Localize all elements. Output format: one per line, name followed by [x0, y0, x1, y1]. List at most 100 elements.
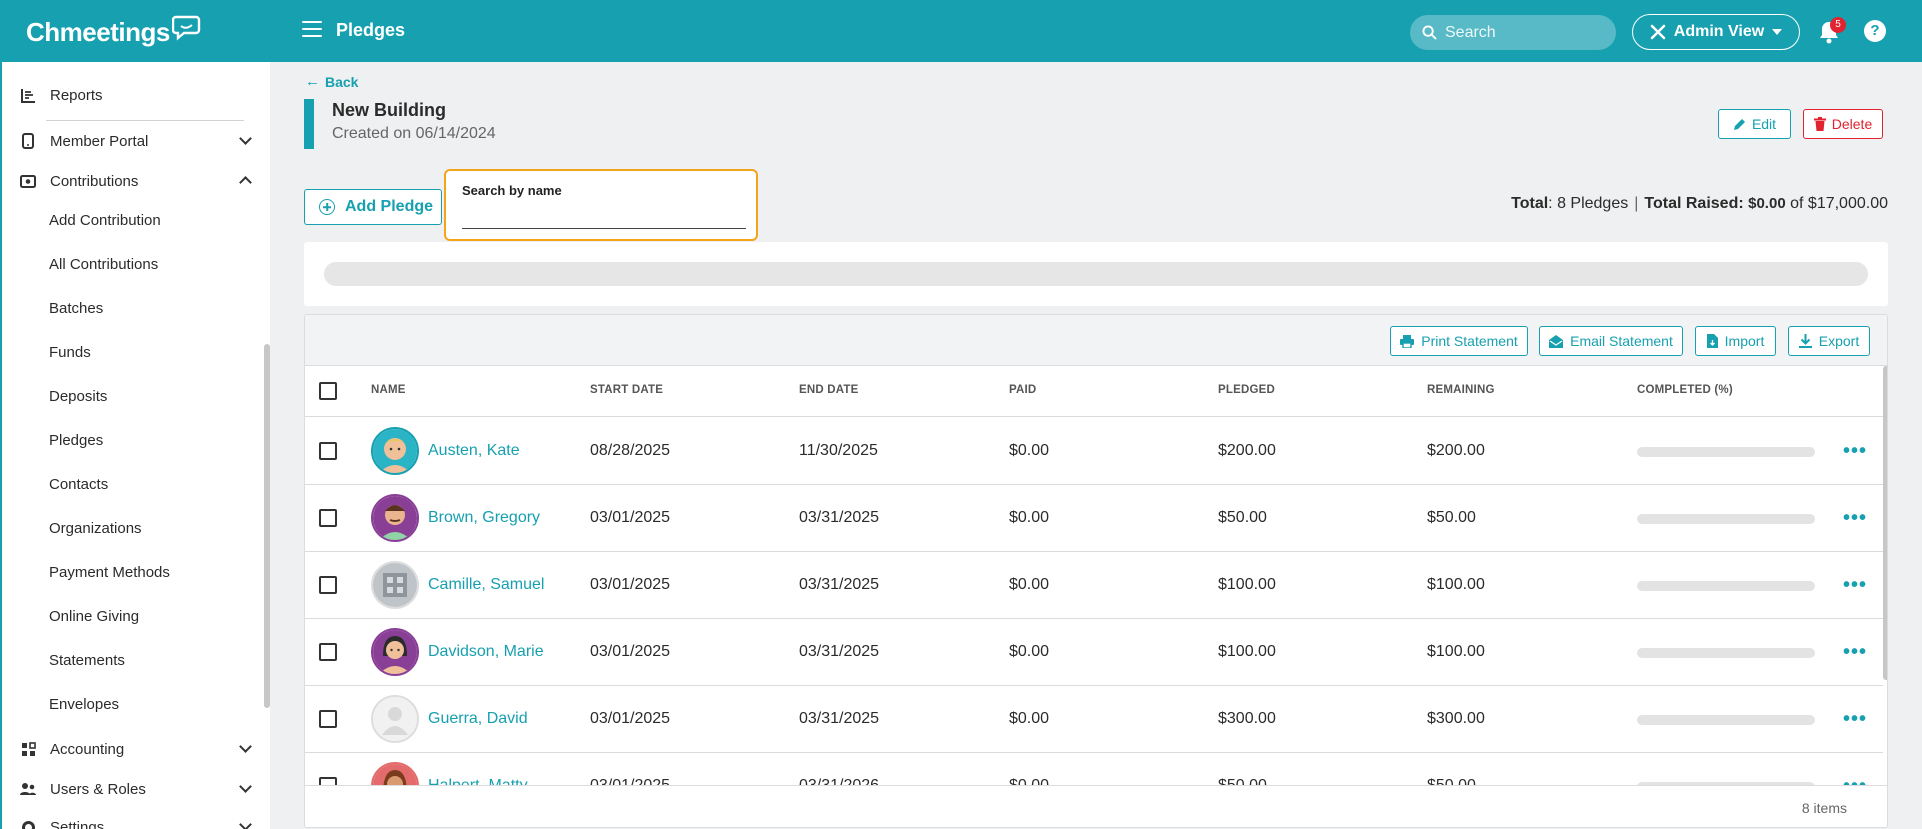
menu-toggle-icon[interactable] [302, 21, 322, 39]
total-value: 8 Pledges [1557, 195, 1629, 212]
grid-icon [20, 741, 36, 757]
more-options-icon[interactable]: ••• [1843, 507, 1867, 530]
sidebar-sub-add-contribution[interactable]: Add Contribution [49, 212, 161, 229]
column-header-remaining[interactable]: REMAINING [1427, 384, 1495, 396]
more-options-icon[interactable]: ••• [1843, 641, 1867, 664]
download-icon [1798, 334, 1812, 348]
print-statement-label: Print Statement [1421, 333, 1518, 349]
global-search-input[interactable] [1445, 23, 1605, 42]
row-checkbox[interactable] [319, 576, 337, 594]
page-title: Pledges [336, 20, 406, 40]
pledger-name-link[interactable]: Davidson, Marie [428, 643, 544, 661]
row-checkbox[interactable] [319, 509, 337, 527]
sidebar-item-accounting[interactable]: Accounting [20, 736, 252, 762]
more-options-icon[interactable]: ••• [1843, 708, 1867, 731]
table-row[interactable]: Guerra, David 03/01/2025 03/31/2025 $0.0… [305, 686, 1883, 753]
back-link[interactable]: ← Back [305, 73, 358, 90]
table-scrollbar[interactable] [1883, 366, 1887, 680]
table-row[interactable]: Camille, Samuel 03/01/2025 03/31/2025 $0… [305, 552, 1883, 619]
goal-value: of $17,000.00 [1790, 195, 1888, 212]
sidebar-item-settings[interactable]: Settings [20, 814, 252, 829]
search-by-name-field[interactable]: Search by name [444, 169, 758, 241]
pledger-name-link[interactable]: Camille, Samuel [428, 576, 544, 594]
table-row[interactable]: Austen, Kate 08/28/2025 11/30/2025 $0.00… [305, 418, 1883, 485]
more-options-icon[interactable]: ••• [1843, 440, 1867, 463]
sidebar-sub-envelopes[interactable]: Envelopes [49, 696, 119, 713]
edit-button[interactable]: Edit [1718, 109, 1791, 139]
help-icon[interactable]: ? [1864, 20, 1886, 42]
sidebar-sub-organizations[interactable]: Organizations [49, 520, 142, 537]
column-header-end-date[interactable]: END DATE [799, 384, 859, 396]
gear-icon [20, 819, 36, 829]
sidebar-sub-all-contributions[interactable]: All Contributions [49, 256, 158, 273]
email-statement-button[interactable]: Email Statement [1539, 326, 1683, 356]
end-date-cell: 03/31/2025 [799, 509, 880, 526]
avatar [371, 494, 419, 542]
admin-view-button[interactable]: Admin View [1632, 14, 1800, 50]
notification-badge: 5 [1830, 17, 1846, 33]
pledger-name-link[interactable]: Guerra, David [428, 710, 528, 728]
envelope-open-icon [1549, 334, 1564, 348]
sidebar-sub-deposits[interactable]: Deposits [49, 388, 107, 405]
avatar [371, 427, 419, 475]
chevron-down-icon [239, 818, 252, 829]
pledger-name-link[interactable]: Brown, Gregory [428, 509, 540, 527]
top-bar: Chmeetings Pledges Admin View 5 ? [0, 0, 1922, 62]
global-search[interactable] [1410, 15, 1616, 50]
trash-icon [1813, 117, 1826, 131]
sidebar-sub-payment-methods[interactable]: Payment Methods [49, 564, 170, 581]
sidebar-sub-pledges[interactable]: Pledges [49, 432, 103, 449]
sidebar-sub-funds[interactable]: Funds [49, 344, 91, 361]
print-statement-button[interactable]: Print Statement [1390, 326, 1528, 356]
more-options-icon[interactable]: ••• [1843, 574, 1867, 597]
column-header-pledged[interactable]: PLEDGED [1218, 384, 1275, 396]
row-checkbox[interactable] [319, 643, 337, 661]
logo-chat-icon [171, 15, 201, 41]
sidebar-scrollbar[interactable] [264, 344, 270, 708]
completed-progress-bar [1637, 447, 1815, 457]
avatar [371, 628, 419, 676]
sidebar-item-contributions[interactable]: Contributions [20, 168, 252, 194]
end-date-cell: 03/31/2025 [799, 643, 880, 660]
sidebar-item-users-roles[interactable]: Users & Roles [20, 776, 252, 802]
add-circle-icon [319, 199, 335, 215]
sidebar-item-member-portal[interactable]: Member Portal [20, 128, 252, 154]
column-header-paid[interactable]: PAID [1009, 384, 1036, 396]
column-header-start-date[interactable]: START DATE [590, 384, 663, 396]
row-checkbox[interactable] [319, 442, 337, 460]
end-date-cell: 03/31/2025 [799, 576, 880, 593]
pledger-name-link[interactable]: Austen, Kate [428, 442, 520, 460]
sidebar-sub-batches[interactable]: Batches [49, 300, 103, 317]
table-toolbar: Print Statement Email Statement Import E… [305, 315, 1887, 366]
start-date-cell: 03/01/2025 [590, 509, 671, 526]
pledge-totals: Total: 8 Pledges | Total Raised: $0.00 of … [1511, 195, 1888, 212]
column-header-completed[interactable]: COMPLETED (%) [1637, 384, 1733, 396]
sidebar-item-reports[interactable]: Reports [20, 82, 250, 108]
overall-progress-bar [324, 262, 1868, 286]
row-checkbox[interactable] [319, 710, 337, 728]
sidebar-sub-statements[interactable]: Statements [49, 652, 125, 669]
completed-progress-bar [1637, 715, 1815, 725]
column-header-name[interactable]: NAME [371, 384, 406, 396]
export-button[interactable]: Export [1788, 326, 1870, 356]
admin-view-label: Admin View [1673, 23, 1765, 40]
remaining-cell: $50.00 [1427, 509, 1476, 526]
start-date-cell: 03/01/2025 [590, 643, 671, 660]
avatar [371, 561, 419, 609]
search-by-name-label: Search by name [462, 183, 562, 198]
delete-button[interactable]: Delete [1803, 109, 1883, 139]
table-row[interactable]: Davidson, Marie 03/01/2025 03/31/2025 $0… [305, 619, 1883, 686]
table-header: NAME START DATE END DATE PAID PLEDGED RE… [305, 366, 1887, 417]
app-logo[interactable]: Chmeetings [26, 14, 202, 50]
mobile-icon [20, 133, 36, 149]
table-row[interactable]: Brown, Gregory 03/01/2025 03/31/2025 $0.… [305, 485, 1883, 552]
add-pledge-button[interactable]: Add Pledge [304, 189, 442, 225]
import-button[interactable]: Import [1695, 326, 1776, 356]
paid-cell: $0.00 [1009, 509, 1050, 526]
search-by-name-input[interactable] [462, 205, 746, 229]
sidebar-sub-contacts[interactable]: Contacts [49, 476, 108, 493]
remaining-cell: $100.00 [1427, 643, 1485, 660]
remaining-cell: $200.00 [1427, 442, 1485, 459]
select-all-checkbox[interactable] [319, 382, 337, 400]
sidebar-sub-online-giving[interactable]: Online Giving [49, 608, 139, 625]
